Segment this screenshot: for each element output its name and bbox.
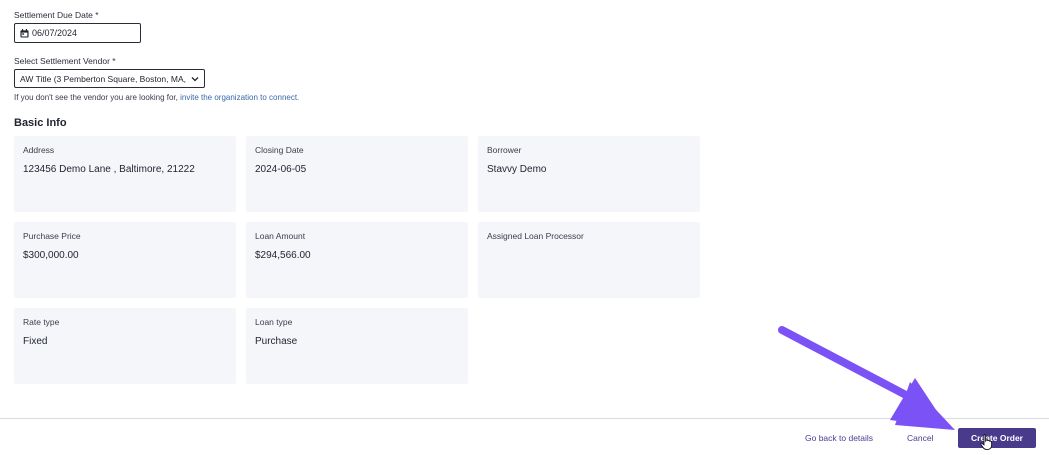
basic-info-title: Basic Info <box>14 117 67 129</box>
info-card-purchase-price: Purchase Price $300,000.00 <box>14 222 236 298</box>
calendar-icon <box>20 28 29 38</box>
settlement-vendor-select[interactable]: AW Title (3 Pemberton Square, Boston, MA… <box>14 69 205 88</box>
create-order-button[interactable]: Create Order <box>958 428 1036 448</box>
settlement-due-date-input[interactable]: 06/07/2024 <box>14 23 141 43</box>
vendor-help-text: If you don't see the vendor you are look… <box>14 93 300 102</box>
info-card-rate-type: Rate type Fixed <box>14 308 236 384</box>
settlement-due-date-label: Settlement Due Date * <box>14 10 99 20</box>
vendor-label: Select Settlement Vendor * <box>14 56 116 66</box>
footer-divider <box>0 418 1049 419</box>
hand-cursor-icon <box>980 434 992 450</box>
vendor-selected-value: AW Title (3 Pemberton Square, Boston, MA… <box>20 73 186 84</box>
info-card-loan-processor: Assigned Loan Processor <box>478 222 700 298</box>
chevron-down-icon <box>191 76 199 81</box>
cancel-button[interactable]: Cancel <box>907 433 933 443</box>
invite-organization-link[interactable]: invite the organization to connect. <box>180 93 299 102</box>
info-card-closing-date: Closing Date 2024-06-05 <box>246 136 468 212</box>
go-back-button[interactable]: Go back to details <box>805 433 873 443</box>
info-card-borrower: Borrower Stavvy Demo <box>478 136 700 212</box>
arrow-annotation-icon <box>778 326 955 430</box>
settlement-due-date-value: 06/07/2024 <box>32 28 78 38</box>
info-card-loan-type: Loan type Purchase <box>246 308 468 384</box>
info-card-loan-amount: Loan Amount $294,566.00 <box>246 222 468 298</box>
info-card-address: Address 123456 Demo Lane , Baltimore, 21… <box>14 136 236 212</box>
